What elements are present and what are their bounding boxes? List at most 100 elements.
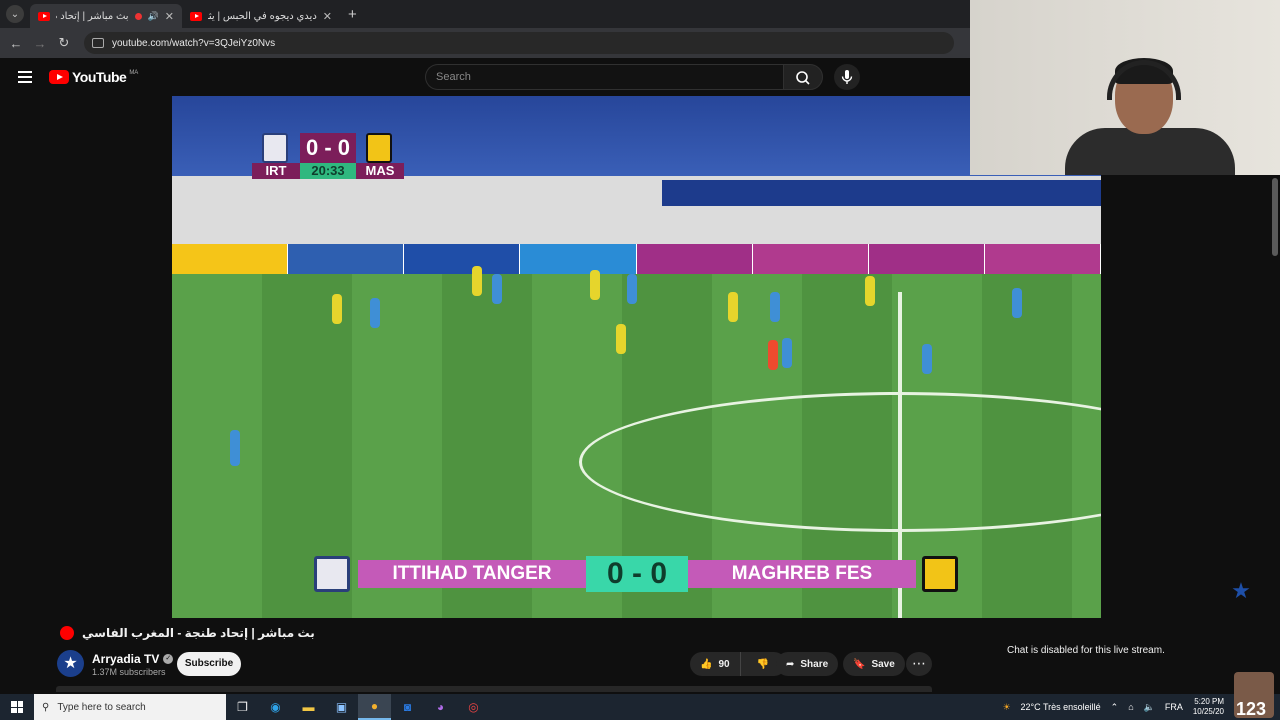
edge-icon[interactable]: ◉: [259, 694, 292, 720]
subscribe-button[interactable]: Subscribe: [177, 652, 241, 676]
advertising-boards: [172, 244, 1101, 274]
away-crest-icon: [366, 133, 392, 163]
network-icon[interactable]: ⌂: [1128, 702, 1133, 712]
dislike-button[interactable]: 👎: [747, 659, 779, 670]
new-tab-button[interactable]: +: [348, 6, 357, 23]
chrome-icon[interactable]: ●: [358, 694, 391, 720]
app-icon[interactable]: ◕: [424, 694, 457, 720]
share-button[interactable]: ➦ Share: [776, 652, 839, 676]
match-clock: 20:33: [300, 163, 356, 179]
like-count: 90: [718, 658, 730, 670]
fan-banner: [662, 180, 1101, 206]
tab-title: بث مباشر | إتحاد طنجة - ال: [56, 10, 129, 22]
player: [230, 430, 240, 466]
channel-avatar[interactable]: ★: [57, 650, 84, 677]
player: [728, 292, 738, 322]
country-code: MA: [129, 70, 139, 76]
obs-icon[interactable]: ◎: [457, 694, 490, 720]
verified-icon: ✓: [163, 654, 174, 664]
tab-search-icon[interactable]: ⌄: [6, 5, 24, 23]
menu-icon[interactable]: [18, 71, 32, 83]
share-label: Share: [800, 658, 829, 670]
store-icon[interactable]: ▣: [325, 694, 358, 720]
search-icon: ⚲: [42, 701, 50, 713]
referee: [768, 340, 778, 370]
taskbar-search[interactable]: ⚲ Type here to search: [34, 694, 226, 720]
youtube-play-icon: [49, 70, 69, 84]
player: [332, 294, 342, 324]
player: [922, 344, 932, 374]
search-button[interactable]: [783, 64, 823, 90]
forward-icon[interactable]: →: [28, 36, 52, 51]
voice-search-button[interactable]: [834, 64, 860, 90]
scoreboard-top: 0 - 0 IRT 20:33 MAS: [252, 133, 404, 181]
overlay-number: 123: [1236, 699, 1267, 719]
recording-icon: [134, 12, 142, 20]
youtube-wordmark: YouTube: [72, 69, 127, 85]
home-abbr: IRT: [252, 163, 300, 179]
youtube-header: YouTube MA Search: [0, 58, 970, 96]
tab-live-stream[interactable]: بث مباشر | إتحاد طنجة - ال 🔊 ✕: [30, 4, 182, 28]
player: [616, 324, 626, 354]
player: [472, 266, 482, 296]
weather-icon: ☀: [1002, 701, 1011, 712]
chevron-up-icon[interactable]: ⌃: [1111, 702, 1119, 713]
player: [627, 274, 637, 304]
language-indicator[interactable]: FRA: [1165, 702, 1183, 712]
channel-name[interactable]: Arryadia TV: [92, 652, 159, 666]
right-side-panel: [1101, 175, 1280, 618]
like-button[interactable]: 👍 90: [690, 652, 741, 676]
youtube-favicon-icon: [38, 11, 50, 21]
webcam-overlay: [970, 0, 1280, 175]
windows-taskbar: ⚲ Type here to search ❐ ◉ ▬ ▣ ● ◙ ◕ ◎ ☀ …: [0, 694, 1280, 720]
thumbs-down-icon: 👎: [756, 658, 770, 670]
url-field[interactable]: youtube.com/watch?v=3QJeiYz0Nvs: [84, 32, 954, 54]
windows-logo-icon: [11, 701, 23, 713]
close-tab-icon[interactable]: ✕: [165, 10, 174, 23]
home-crest-icon: [262, 133, 288, 163]
weather-text[interactable]: 22°C Très ensoleillé: [1021, 702, 1101, 712]
close-tab-icon[interactable]: ✕: [323, 10, 332, 23]
chat-disabled-message: Chat is disabled for this live stream.: [1007, 645, 1165, 656]
tab-title: ديدي ديجوه في الحبس | يثت كان: [208, 10, 317, 22]
site-info-icon[interactable]: [92, 38, 104, 48]
share-icon: ➦: [786, 658, 795, 670]
url-text: youtube.com/watch?v=3QJeiYz0Nvs: [112, 37, 276, 49]
youtube-favicon-icon: [190, 11, 202, 21]
channel-name-row[interactable]: Arryadia TV ✓: [92, 652, 174, 666]
scrollbar[interactable]: [1272, 178, 1278, 256]
volume-icon[interactable]: 🔈: [1144, 702, 1155, 713]
speaker-icon[interactable]: 🔊: [148, 11, 159, 22]
bottom-score: 0 - 0: [586, 556, 688, 592]
video-title-row: بث مباشر | إتحاد طنجة - المغرب الفاسي: [60, 626, 315, 640]
microphone-icon: [841, 70, 853, 84]
player: [770, 292, 780, 322]
search-placeholder: Search: [436, 71, 471, 83]
search-input[interactable]: Search: [425, 64, 783, 90]
more-actions-button[interactable]: ⋯: [906, 652, 932, 676]
content-edge: [56, 686, 932, 692]
date: 10/25/20: [1192, 707, 1224, 716]
home-crest-icon: [314, 556, 350, 592]
player: [492, 274, 502, 304]
star-icon: ★: [1231, 578, 1251, 603]
player: [1012, 288, 1022, 318]
save-button[interactable]: 🔖 Save: [843, 652, 905, 676]
clock[interactable]: 5:20 PM 10/25/20: [1193, 697, 1224, 717]
away-crest-icon: [922, 556, 958, 592]
like-dislike-group: 👍 90 👎: [690, 652, 786, 676]
scoreboard-bottom: ITTIHAD TANGER 0 - 0 MAGHREB FES: [314, 556, 959, 594]
back-icon[interactable]: ←: [4, 36, 28, 51]
file-explorer-icon[interactable]: ▬: [292, 694, 325, 720]
reload-icon[interactable]: ↻: [52, 35, 76, 51]
live-icon: [60, 626, 74, 640]
task-view-icon[interactable]: ❐: [226, 694, 259, 720]
player: [865, 276, 875, 306]
video-player[interactable]: 0 - 0 IRT 20:33 MAS ITTIHAD TANGER 0 - 0…: [172, 96, 1101, 618]
player: [590, 270, 600, 300]
tab-other-video[interactable]: ديدي ديجوه في الحبس | يثت كان ✕: [182, 4, 340, 28]
start-button[interactable]: [0, 694, 34, 720]
outlook-icon[interactable]: ◙: [391, 694, 424, 720]
search-icon: [796, 71, 810, 85]
youtube-logo[interactable]: YouTube MA: [49, 69, 138, 85]
